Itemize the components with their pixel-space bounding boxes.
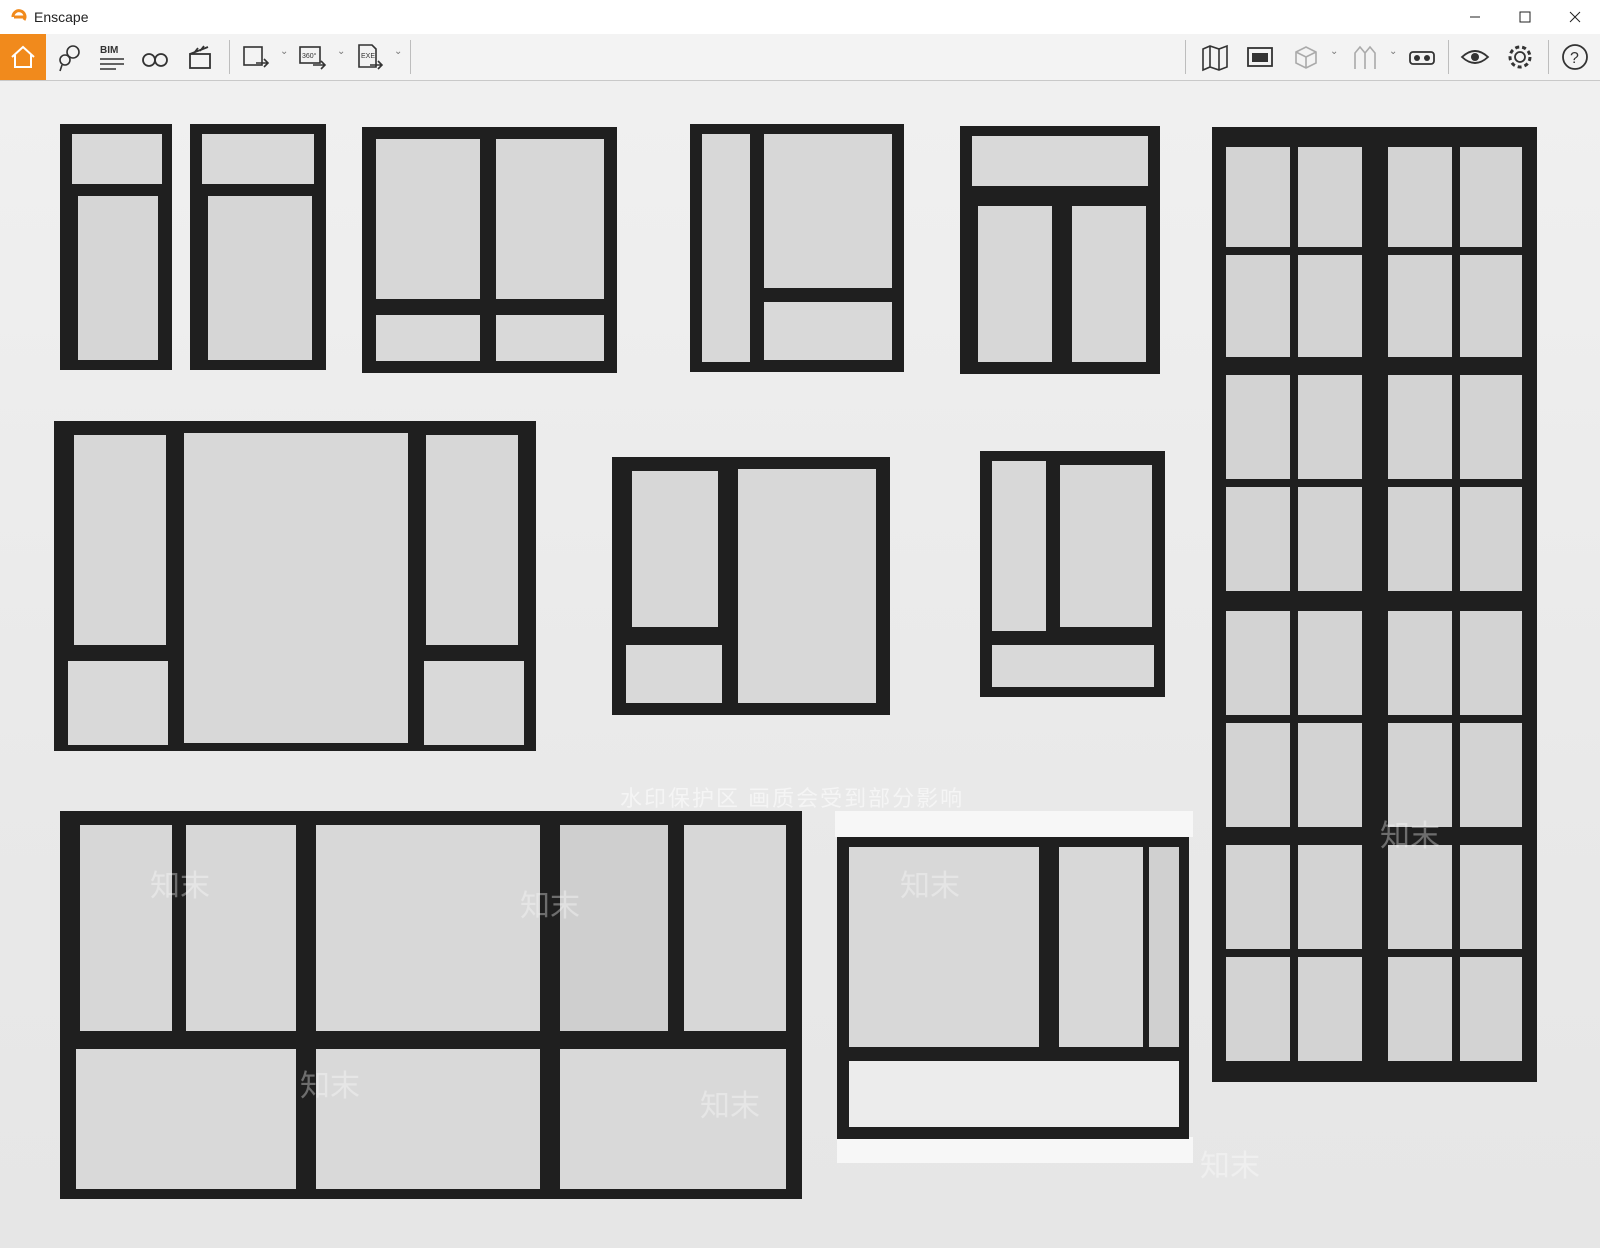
svg-text:EXE: EXE: [361, 53, 375, 60]
eye-icon: [1460, 50, 1490, 64]
asset-library-icon: [1247, 47, 1273, 67]
window-7: [54, 421, 540, 756]
window-9: [980, 451, 1168, 701]
minimize-button[interactable]: [1450, 0, 1500, 34]
window-2: [190, 124, 330, 374]
svg-text:BIM: BIM: [100, 45, 118, 56]
render-viewport[interactable]: 水印保护区 画质会受到部分影响 知末 知末 知末 知末 知末 知末 知末: [0, 81, 1600, 1248]
window-title: Enscape: [34, 9, 89, 25]
watermark-brand: 知末: [1380, 820, 1440, 853]
chevron-down-icon[interactable]: ⌄: [1389, 46, 1397, 57]
maximize-icon: [1519, 11, 1531, 23]
visual-settings-button[interactable]: [1455, 37, 1495, 77]
window-11: [835, 811, 1195, 1169]
binoculars-icon: [142, 53, 168, 67]
window-8: [612, 457, 894, 719]
home-button[interactable]: [0, 34, 46, 80]
map-button[interactable]: [1195, 37, 1235, 77]
window-4: [690, 124, 910, 374]
help-icon: ?: [1562, 44, 1588, 70]
collaboration-button[interactable]: [1345, 37, 1385, 77]
minimize-icon: [1470, 16, 1480, 18]
watermark-brand: 知末: [900, 870, 960, 903]
settings-button[interactable]: [1500, 37, 1540, 77]
window-3: [362, 127, 622, 377]
close-button[interactable]: [1550, 0, 1600, 34]
export-image-icon: [243, 46, 270, 68]
bim-icon: BIM: [100, 45, 124, 70]
binoculars-button[interactable]: [135, 37, 175, 77]
chevron-down-icon[interactable]: ⌄: [337, 46, 345, 57]
chevron-down-icon[interactable]: ⌄: [1330, 46, 1338, 57]
bim-button[interactable]: BIM: [92, 37, 132, 77]
export-panorama-button[interactable]: 360°: [293, 37, 333, 77]
clapperboard-icon: [189, 45, 211, 69]
watermark-brand: 知末: [700, 1090, 760, 1123]
help-button[interactable]: ?: [1555, 37, 1595, 77]
people-icon: [1354, 45, 1376, 69]
close-icon: [1569, 11, 1581, 23]
window-1: [60, 124, 178, 374]
svg-text:?: ?: [1570, 50, 1579, 67]
watermark-brand: 知末: [150, 870, 210, 903]
location-pins-icon: [59, 45, 80, 72]
window-5: [960, 126, 1165, 378]
cube-icon: [1295, 46, 1317, 69]
vr-headset-icon: [1409, 51, 1435, 65]
asset-library-button[interactable]: [1240, 37, 1280, 77]
svg-text:360°: 360°: [302, 52, 317, 60]
views-button[interactable]: [50, 37, 90, 77]
window-6: [1212, 127, 1542, 1087]
watermark-brand: 知末: [520, 890, 580, 923]
video-editor-button[interactable]: [180, 37, 220, 77]
chevron-down-icon[interactable]: ⌄: [280, 46, 288, 57]
watermark-brand: 知末: [300, 1070, 360, 1103]
gear-icon: [1508, 45, 1532, 69]
home-icon: [11, 45, 35, 68]
maximize-button[interactable]: [1500, 0, 1550, 34]
export-exe-button[interactable]: EXE: [350, 37, 390, 77]
vr-headset-button[interactable]: [1402, 37, 1442, 77]
map-icon: [1202, 44, 1228, 72]
enscape-logo-icon: [11, 9, 27, 21]
export-360-icon: 360°: [299, 46, 327, 70]
chevron-down-icon[interactable]: ⌄: [394, 46, 402, 57]
material-editor-button[interactable]: [1286, 37, 1326, 77]
toolbar: BIM ⌄ 360° ⌄ EXE ⌄ ⌄ ⌄ ?: [0, 34, 1600, 105]
title-bar: Enscape: [0, 0, 1600, 34]
watermark-brand: 知末: [1200, 1150, 1260, 1183]
export-screenshot-button[interactable]: [236, 37, 276, 77]
watermark-text: 水印保护区 画质会受到部分影响: [620, 786, 965, 811]
export-exe-icon: EXE: [358, 44, 384, 70]
